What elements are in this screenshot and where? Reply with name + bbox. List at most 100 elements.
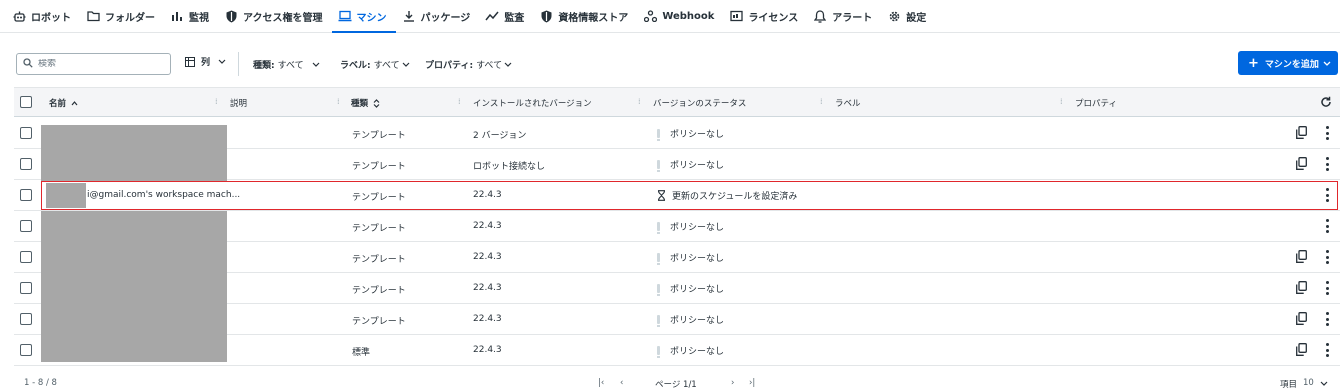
nav-machines[interactable]: マシン bbox=[331, 0, 396, 33]
exclamation-icon bbox=[657, 129, 660, 141]
nav-label: アクセス権を管理 bbox=[243, 12, 323, 24]
filter-value: すべて bbox=[373, 61, 400, 71]
exclamation-icon bbox=[657, 315, 660, 327]
row-type: 標準 bbox=[352, 348, 371, 358]
row-checkbox[interactable] bbox=[20, 313, 32, 325]
nav-label: パッケージ bbox=[420, 12, 471, 24]
filter-value: すべて bbox=[277, 61, 304, 71]
row-version-status: ポリシーなし bbox=[657, 158, 725, 172]
nav-settings[interactable]: 設定 bbox=[881, 0, 935, 32]
nav-credential-stores[interactable]: 資格情報ストア bbox=[533, 0, 637, 32]
copy-icon[interactable] bbox=[1296, 157, 1307, 173]
next-page-icon[interactable]: › bbox=[731, 378, 734, 388]
row-checkbox[interactable] bbox=[20, 127, 32, 139]
row-installed-version: ロボット接続なし bbox=[473, 162, 546, 172]
status-text: ポリシーなし bbox=[670, 161, 725, 171]
nav-folders[interactable]: フォルダー bbox=[80, 0, 164, 32]
more-actions-icon[interactable] bbox=[1324, 126, 1330, 140]
header-label: 説明 bbox=[230, 99, 248, 109]
first-page-icon[interactable]: |‹ bbox=[598, 378, 604, 388]
select-all-checkbox[interactable] bbox=[20, 96, 32, 108]
status-text: ポリシーなし bbox=[670, 347, 725, 357]
copy-icon[interactable] bbox=[1296, 312, 1307, 328]
more-actions-icon[interactable] bbox=[1324, 281, 1330, 295]
labels-filter[interactable]: ラベル: すべて bbox=[340, 58, 410, 71]
header-installed-versions[interactable]: インストールされたバージョン bbox=[473, 97, 592, 109]
more-actions-icon[interactable] bbox=[1324, 188, 1330, 202]
properties-filter[interactable]: プロパティ: すべて bbox=[425, 58, 512, 71]
last-page-icon[interactable]: ›| bbox=[749, 378, 755, 388]
status-text: ポリシーなし bbox=[670, 254, 725, 264]
search-icon bbox=[23, 57, 33, 71]
row-checkbox[interactable] bbox=[20, 220, 32, 232]
chevron-down-icon[interactable] bbox=[1320, 379, 1328, 389]
row-type: テンプレート bbox=[352, 193, 406, 203]
row-checkbox[interactable] bbox=[20, 158, 32, 170]
row-checkbox[interactable] bbox=[20, 189, 32, 201]
prev-page-icon[interactable]: ‹ bbox=[620, 378, 623, 388]
more-actions-icon[interactable] bbox=[1324, 250, 1330, 264]
more-actions-icon[interactable] bbox=[1324, 343, 1330, 357]
items-per-page-value[interactable]: 10 bbox=[1303, 378, 1314, 388]
header-label: ラベル bbox=[835, 99, 861, 109]
more-actions-icon[interactable] bbox=[1324, 312, 1330, 326]
row-checkbox[interactable] bbox=[20, 344, 32, 356]
row-name[interactable]: i@gmail.com's workspace mach... bbox=[87, 190, 240, 200]
row-checkbox[interactable] bbox=[20, 251, 32, 263]
nav-label: 監査 bbox=[504, 12, 525, 24]
row-version-status: 更新のスケジュールを設定済み bbox=[657, 189, 797, 202]
header-properties[interactable]: プロパティ bbox=[1075, 97, 1117, 109]
row-type: テンプレート bbox=[352, 317, 406, 327]
search-input[interactable] bbox=[38, 59, 158, 69]
copy-icon[interactable] bbox=[1296, 343, 1307, 359]
copy-icon[interactable] bbox=[1296, 281, 1307, 297]
columns-icon bbox=[185, 56, 195, 67]
header-type[interactable]: 種類 bbox=[351, 97, 380, 109]
header-name[interactable]: 名前 bbox=[49, 97, 78, 109]
row-version-status: ポリシーなし bbox=[657, 282, 725, 296]
header-version-status[interactable]: バージョンのステータス bbox=[653, 97, 746, 109]
status-text: ポリシーなし bbox=[670, 223, 725, 233]
nav-label: Webhook bbox=[662, 10, 715, 22]
chevron-down-icon[interactable] bbox=[1323, 59, 1331, 69]
nav-robots[interactable]: ロボット bbox=[6, 0, 80, 32]
row-checkbox[interactable] bbox=[20, 282, 32, 294]
divider bbox=[238, 52, 239, 76]
more-actions-icon[interactable] bbox=[1324, 157, 1330, 171]
columns-button[interactable]: 列 bbox=[185, 55, 226, 68]
column-resize-handle[interactable]: ⁞ bbox=[820, 97, 822, 106]
copy-icon[interactable] bbox=[1296, 250, 1307, 266]
status-text: ポリシーなし bbox=[670, 285, 725, 295]
nav-monitoring[interactable]: 監視 bbox=[164, 0, 218, 32]
header-label: プロパティ bbox=[1075, 99, 1117, 109]
refresh-icon[interactable] bbox=[1320, 96, 1332, 108]
nav-label: 監視 bbox=[189, 12, 209, 24]
column-resize-handle[interactable]: ⁞ bbox=[215, 97, 217, 106]
nav-licenses[interactable]: ライセンス bbox=[723, 0, 807, 32]
add-machine-button[interactable]: + マシンを追加 bbox=[1238, 51, 1338, 75]
table-row[interactable]: i@gmail.com's workspace mach... テンプレート 22.… bbox=[14, 180, 1340, 211]
nav-label: フォルダー bbox=[105, 12, 155, 24]
status-text: ポリシーなし bbox=[670, 130, 725, 140]
exclamation-icon bbox=[657, 253, 660, 265]
chevron-down-icon bbox=[504, 60, 512, 70]
nav-audit[interactable]: 監査 bbox=[479, 0, 533, 32]
nav-webhooks[interactable]: Webhook bbox=[637, 0, 723, 32]
column-resize-handle[interactable]: ⁞ bbox=[638, 97, 640, 106]
chart-icon bbox=[170, 9, 184, 23]
column-resize-handle[interactable]: ⁞ bbox=[337, 97, 339, 106]
nav-access[interactable]: アクセス権を管理 bbox=[218, 0, 332, 32]
column-resize-handle[interactable]: ⁞ bbox=[1060, 97, 1062, 106]
search-box[interactable] bbox=[16, 53, 171, 75]
nav-alerts[interactable]: アラート bbox=[807, 0, 881, 32]
nav-label: 設定 bbox=[906, 12, 927, 24]
more-actions-icon[interactable] bbox=[1324, 219, 1330, 233]
nav-packages[interactable]: パッケージ bbox=[396, 0, 480, 32]
hourglass-icon bbox=[657, 190, 666, 201]
type-filter[interactable]: 種類: すべて bbox=[253, 58, 320, 71]
copy-icon[interactable] bbox=[1296, 126, 1307, 142]
row-installed-version: 22.4.3 bbox=[473, 314, 502, 324]
header-labels[interactable]: ラベル bbox=[835, 97, 861, 109]
header-description[interactable]: 説明 bbox=[230, 97, 247, 109]
column-resize-handle[interactable]: ⁞ bbox=[458, 97, 460, 106]
